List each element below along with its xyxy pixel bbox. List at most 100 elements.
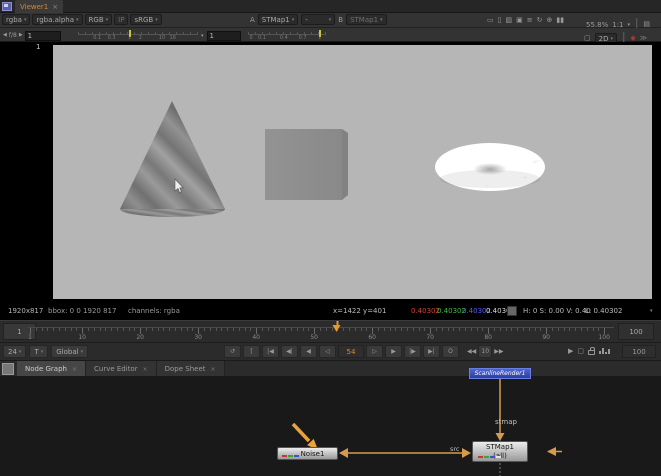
- prev-stop-icon[interactable]: ◀: [3, 30, 7, 41]
- tab-curve-editor[interactable]: Curve Editor ×: [86, 361, 157, 377]
- app-icon: [2, 2, 12, 11]
- next-stop-icon[interactable]: ▶: [19, 30, 23, 41]
- gain-list-icon[interactable]: ≡: [527, 15, 533, 26]
- alpha-dropdown[interactable]: rgba.alpha ▾: [32, 14, 83, 25]
- viewer-input-number: 1: [36, 43, 41, 51]
- close-icon[interactable]: ×: [72, 366, 77, 373]
- performance-bars-icon[interactable]: [599, 347, 611, 354]
- chevron-down-icon[interactable]: ▾: [650, 308, 653, 314]
- node-noise1[interactable]: Noise1: [277, 447, 338, 460]
- frame-tick: [250, 328, 252, 331]
- node-stmap1[interactable]: STMap1 (all): [472, 441, 528, 462]
- slider-tick-label: 0.1: [258, 35, 267, 41]
- pause-icon[interactable]: ▮▮: [556, 15, 564, 26]
- alpha-dropdown-value: rgba.alpha: [36, 15, 75, 24]
- channel-chip: [490, 456, 495, 458]
- title-bar: Viewer1 ×: [0, 0, 661, 13]
- tab-label: Curve Editor: [94, 365, 138, 373]
- slider-marker[interactable]: [128, 30, 131, 37]
- loop-button[interactable]: O: [442, 345, 459, 358]
- frame-tick: [453, 328, 455, 331]
- blend-dropdown[interactable]: - ▾: [301, 14, 336, 25]
- prev-keyframe-button[interactable]: ◀|: [281, 345, 298, 358]
- frame-increment-field[interactable]: 10: [478, 345, 493, 358]
- close-icon[interactable]: ×: [52, 3, 58, 11]
- frame-tick: [511, 328, 513, 331]
- panel-tab-bar: Node Graph × Curve Editor × Dope Sheet ×: [0, 360, 661, 377]
- node-noise1-title: Noise1: [300, 450, 325, 458]
- slider-tick-label: 10: [158, 35, 166, 41]
- viewer-canvas[interactable]: 1: [0, 42, 661, 302]
- selected-node-scanlinerender[interactable]: ScanlineRender1: [469, 368, 531, 379]
- input-b-dropdown[interactable]: STMap1 ▾: [346, 14, 387, 25]
- frame-tick: [169, 328, 171, 331]
- tab-dope-sheet[interactable]: Dope Sheet ×: [156, 361, 225, 377]
- close-icon[interactable]: ×: [211, 366, 216, 373]
- update-icon[interactable]: ⊕: [546, 15, 552, 26]
- range-end-field[interactable]: 100: [618, 323, 654, 340]
- timeline[interactable]: 1 1 10 20 30 40 50 60 70 80 90 100 100: [0, 320, 661, 342]
- last-frame-button[interactable]: ▶|: [423, 345, 440, 358]
- node-graph-pane[interactable]: [0, 376, 661, 476]
- slider-marker[interactable]: [318, 30, 321, 37]
- frame-tick: [163, 328, 165, 331]
- frame-tick: [325, 328, 327, 331]
- viewer-tab[interactable]: Viewer1 ×: [15, 0, 64, 13]
- frame-tick-label: 20: [136, 334, 145, 341]
- step-forward-button[interactable]: ▷: [366, 345, 383, 358]
- play-forward-button[interactable]: ▶: [385, 345, 402, 358]
- frame-tick: [320, 328, 321, 331]
- end-frame-field[interactable]: 100: [622, 345, 656, 358]
- step-back-button[interactable]: ◁: [319, 345, 336, 358]
- first-frame-button[interactable]: |◀: [262, 345, 279, 358]
- range-bracket-button[interactable]: [: [243, 345, 260, 358]
- flipbook-stop-icon[interactable]: ▢: [577, 347, 584, 355]
- viewer-image[interactable]: [53, 45, 652, 299]
- frame-tick: [47, 328, 49, 331]
- frame-tick: [146, 328, 147, 331]
- gain-input[interactable]: 1: [24, 30, 61, 41]
- frame-tick: [233, 328, 234, 331]
- fps-value: 24: [8, 347, 17, 356]
- flipbook-play-icon[interactable]: ▶: [568, 347, 573, 355]
- input-a-dropdown[interactable]: STMap1 ▾: [257, 14, 299, 25]
- next-keyframe-button[interactable]: |▶: [404, 345, 421, 358]
- fps-dropdown[interactable]: 24 ▾: [3, 345, 27, 358]
- gamma-input[interactable]: 1: [206, 31, 241, 41]
- gamma-slider[interactable]: 0 0.1 0.4 0.7 1: [248, 29, 326, 41]
- panel-tabs: Node Graph × Curve Editor × Dope Sheet ×: [17, 361, 225, 377]
- playback-controls: ↺[|◀ ◀| ◀ ◁ 54 ▷ ▶ |▶ ▶| O ◀◀ 10 ▶▶: [224, 345, 503, 358]
- lock-range-icon[interactable]: [588, 347, 596, 355]
- channel-chip: [288, 455, 293, 457]
- checkerboard-icon[interactable]: ▨: [505, 15, 512, 26]
- layer-dropdown[interactable]: rgba ▾: [2, 14, 31, 25]
- frame-layout-icon[interactable]: ▯: [498, 15, 502, 26]
- refresh-icon[interactable]: ↻: [537, 15, 543, 26]
- colorspace-dropdown[interactable]: sRGB ▾: [130, 14, 162, 25]
- display-channels-dropdown[interactable]: RGB ▾: [84, 14, 113, 25]
- frame-tick: [354, 328, 356, 331]
- stmap-input-label: stmap: [495, 418, 517, 426]
- gain-slider[interactable]: 0.1 0.3 1 2 10 16: [78, 29, 198, 41]
- color-swatch: [507, 306, 517, 316]
- frame-ruler[interactable]: 1 10 20 30 40 50 60 70 80 90 100: [28, 321, 614, 343]
- current-frame-field[interactable]: 54: [338, 345, 364, 358]
- skip-forward-icon[interactable]: ▶▶: [494, 348, 503, 355]
- chevron-down-icon[interactable]: ▾: [201, 33, 204, 39]
- tab-label: Node Graph: [25, 365, 67, 373]
- close-icon[interactable]: ×: [143, 366, 148, 373]
- pane-menu-icon[interactable]: [2, 363, 14, 375]
- wipe-layout-icon[interactable]: ▭: [487, 15, 494, 26]
- play-backward-button[interactable]: ◀: [300, 345, 317, 358]
- playhead[interactable]: [332, 321, 342, 334]
- slider-tick-label: 0.1: [93, 35, 102, 41]
- slider-tick-label: 0: [249, 35, 253, 41]
- range-scope-dropdown[interactable]: Global ▾: [51, 345, 89, 358]
- ip-toggle[interactable]: IP: [114, 14, 129, 25]
- chevron-down-icon: ▾: [23, 16, 27, 23]
- skip-back-icon[interactable]: ◀◀: [467, 348, 476, 355]
- loop-mode-button[interactable]: ↺: [224, 345, 241, 358]
- frame-display-toggle[interactable]: T ▾: [29, 345, 49, 358]
- monitor-out-icon[interactable]: ▣: [516, 15, 523, 26]
- tab-node-graph[interactable]: Node Graph ×: [17, 361, 86, 377]
